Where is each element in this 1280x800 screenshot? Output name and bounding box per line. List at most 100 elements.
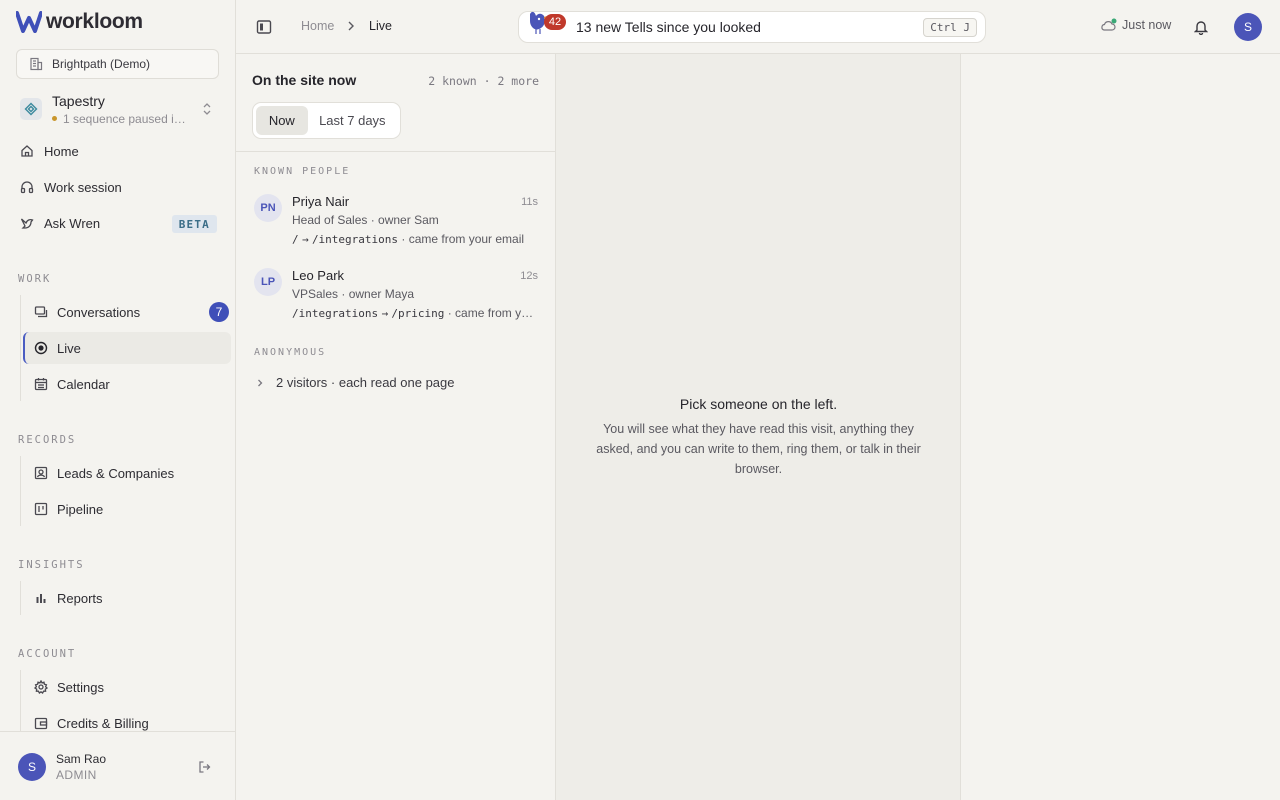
panel-toggle-icon[interactable] xyxy=(256,19,272,35)
wallet-icon xyxy=(34,717,48,730)
nav-work-session-label: Work session xyxy=(44,179,122,195)
nav-pipeline-label: Pipeline xyxy=(57,501,104,517)
breadcrumb-home[interactable]: Home xyxy=(301,19,334,33)
workspace-status: 1 sequence paused in review xyxy=(52,112,192,126)
nav-leads-label: Leads & Companies xyxy=(57,465,175,481)
bar-chart-icon xyxy=(36,594,46,603)
org-name: Brightpath (Demo) xyxy=(52,57,151,71)
path-from: /integrations xyxy=(292,307,379,320)
sync-status: Just now xyxy=(1100,18,1171,32)
status-dot xyxy=(52,116,57,121)
nav-pipeline[interactable]: Pipeline xyxy=(24,493,232,525)
visit-source: · came from your email xyxy=(398,232,525,246)
person-path: /integrations → /pricing · came from you… xyxy=(292,306,536,320)
building-icon xyxy=(30,57,43,71)
workspace-switcher[interactable]: Tapestry 1 sequence paused in review xyxy=(20,90,220,128)
radio-icon xyxy=(34,341,48,355)
chevron-right-icon xyxy=(258,379,263,386)
panel-title: On the site now xyxy=(252,72,357,88)
person-time: 12s xyxy=(520,270,538,282)
nav-home[interactable]: Home xyxy=(12,136,224,166)
workspace-name: Tapestry xyxy=(52,92,105,109)
kanban-icon xyxy=(34,502,48,516)
person-avatar: LP xyxy=(254,268,282,296)
user-avatar[interactable]: S xyxy=(18,753,46,781)
visit-source: · came from your email xyxy=(447,306,536,320)
chat-icon xyxy=(34,306,48,318)
anonymous-summary: 2 visitors · each read one page xyxy=(276,375,455,390)
shortcut-hint: Ctrl J xyxy=(923,18,977,37)
nav-calendar-label: Calendar xyxy=(57,376,110,392)
nav-calendar[interactable]: Calendar xyxy=(24,368,232,400)
logout-icon[interactable] xyxy=(198,760,212,774)
person-name: Leo Park xyxy=(292,268,345,283)
sync-label: Just now xyxy=(1122,18,1172,32)
person-row[interactable]: LP Leo Park 12s VPSales · owner Maya /in… xyxy=(236,268,556,332)
person-name: Priya Nair xyxy=(292,194,350,209)
tab-now[interactable]: Now xyxy=(256,106,308,135)
chevron-right-icon xyxy=(348,21,354,31)
person-avatar: PN xyxy=(254,194,282,222)
calendar-icon xyxy=(34,378,48,391)
group-line xyxy=(20,581,21,615)
nav-credits-label: Credits & Billing xyxy=(57,715,149,731)
user-name: Sam Rao xyxy=(56,752,107,766)
workloom-logo-icon xyxy=(16,11,42,33)
chevron-updown-icon xyxy=(203,103,211,115)
nav-work-session[interactable]: Work session xyxy=(12,172,224,202)
time-range-toggle: Now Last 7 days xyxy=(252,102,401,139)
conversations-count-badge: 7 xyxy=(209,302,229,322)
visitor-count: 2 known · 2 more xyxy=(428,74,539,88)
tab-last-7-days[interactable]: Last 7 days xyxy=(308,106,397,135)
nav-reports[interactable]: Reports xyxy=(24,582,232,614)
account-avatar[interactable]: S xyxy=(1234,13,1262,41)
tells-text: 13 new Tells since you looked xyxy=(576,19,761,35)
tells-bar[interactable]: 42 13 new Tells since you looked Ctrl J xyxy=(518,11,986,43)
section-label-account: ACCOUNT xyxy=(18,648,77,660)
nav-settings-label: Settings xyxy=(57,679,104,695)
empty-state-subtitle: You will see what they have read this vi… xyxy=(596,422,921,476)
tells-count-badge: 42 xyxy=(544,14,566,30)
nav-live-label: Live xyxy=(57,340,81,356)
nav-ask-wren-label: Ask Wren xyxy=(44,215,101,231)
section-label-work: WORK xyxy=(18,273,52,285)
person-role: Head of Sales · owner Sam xyxy=(292,213,439,227)
nav-settings[interactable]: Settings xyxy=(24,671,232,703)
group-line xyxy=(20,295,21,401)
headphones-icon xyxy=(20,181,34,194)
person-role: VPSales · owner Maya xyxy=(292,287,415,301)
bird-icon xyxy=(20,218,34,229)
breadcrumb-current: Live xyxy=(369,19,392,33)
person-row[interactable]: PN Priya Nair 11s Head of Sales · owner … xyxy=(236,194,556,258)
path-arrow: → xyxy=(381,307,389,320)
top-bar: Home Live 42 13 new Tells since you look… xyxy=(236,0,1280,54)
user-footer: S Sam Rao ADMIN xyxy=(0,731,235,800)
nav-live[interactable]: Live xyxy=(23,332,231,364)
anonymous-visitors-toggle[interactable]: 2 visitors · each read one page xyxy=(256,375,455,390)
nav-conversations[interactable]: Conversations 7 xyxy=(24,296,232,328)
bell-icon[interactable] xyxy=(1194,19,1208,35)
path-to: /integrations xyxy=(311,233,399,246)
user-role: ADMIN xyxy=(56,768,97,782)
workspace-icon xyxy=(20,98,42,120)
path-from: / xyxy=(292,233,299,246)
group-line xyxy=(20,456,21,526)
detail-panel: Pick someone on the left. You will see w… xyxy=(556,54,961,800)
section-label-records: RECORDS xyxy=(18,434,77,446)
path-to: /pricing xyxy=(391,307,445,320)
home-icon xyxy=(21,145,33,157)
nav-reports-label: Reports xyxy=(57,590,103,606)
divider xyxy=(236,151,556,152)
section-known-people: KNOWN PEOPLE xyxy=(254,166,351,177)
org-switcher[interactable]: Brightpath (Demo) xyxy=(16,49,219,79)
nav-leads-companies[interactable]: Leads & Companies xyxy=(24,457,232,489)
section-anonymous: ANONYMOUS xyxy=(254,347,327,358)
brand-name: workloom xyxy=(46,10,143,33)
contact-icon xyxy=(34,466,48,480)
logo[interactable]: workloom xyxy=(16,10,143,34)
visitors-panel: On the site now 2 known · 2 more Now Las… xyxy=(236,54,556,800)
nav-ask-wren[interactable]: Ask Wren BETA xyxy=(12,208,224,238)
section-label-insights: INSIGHTS xyxy=(18,559,85,571)
person-time: 11s xyxy=(521,196,538,208)
workspace-status-text: 1 sequence paused in review xyxy=(63,111,192,126)
